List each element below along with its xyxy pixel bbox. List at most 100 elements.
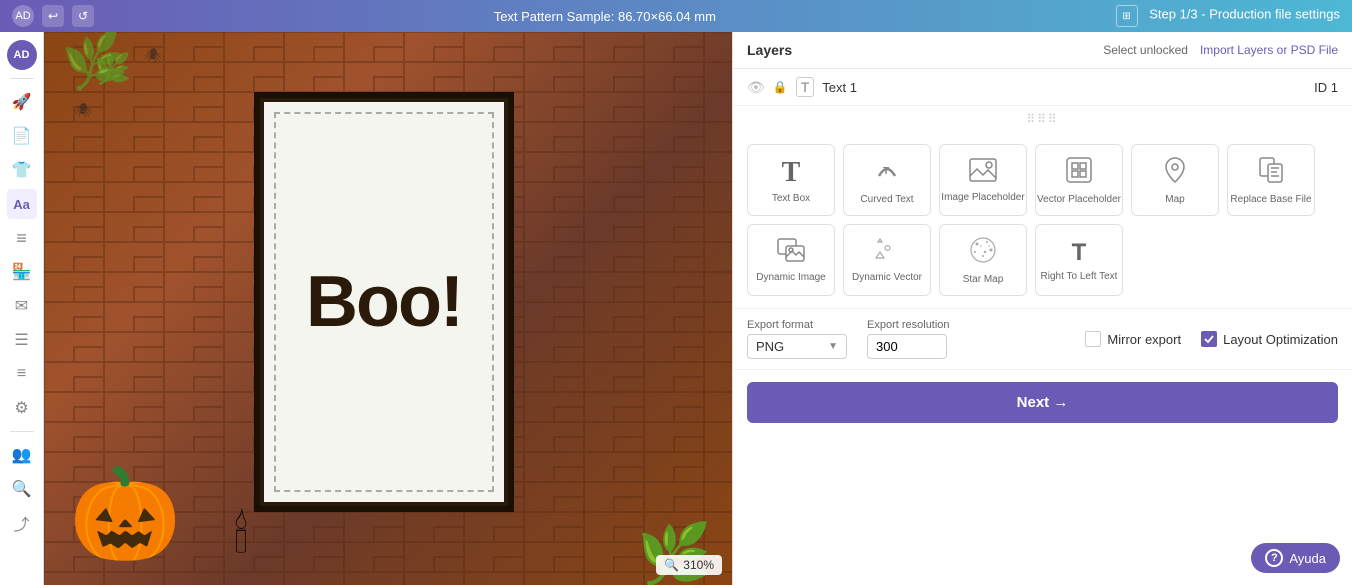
sidebar-icon-store[interactable]: 🏪 bbox=[7, 257, 37, 287]
dashed-border bbox=[274, 112, 494, 492]
candle-decoration: 🕯 bbox=[234, 510, 248, 560]
map-label: Map bbox=[1165, 194, 1184, 205]
redo-button[interactable]: ↺ bbox=[72, 5, 94, 27]
pumpkin-decoration: 🎃 bbox=[69, 470, 181, 560]
layout-optimization-wrap: Layout Optimization bbox=[1201, 331, 1338, 347]
avatar-icon: AD bbox=[12, 5, 34, 27]
layers-header: Layers Select unlocked Import Layers or … bbox=[733, 32, 1352, 69]
sidebar-icon-text[interactable]: Aa bbox=[7, 189, 37, 219]
tool-dynamic-image[interactable]: Dynamic Image bbox=[747, 224, 835, 296]
sidebar-icon-share[interactable]: ⤴ bbox=[7, 508, 37, 538]
vector-placeholder-label: Vector Placeholder bbox=[1037, 194, 1121, 205]
curved-text-label: Curved Text bbox=[860, 194, 913, 205]
sidebar-icon-file[interactable]: 📄 bbox=[7, 121, 37, 151]
sidebar-divider-2 bbox=[10, 431, 34, 432]
file-title: Text Pattern Sample: 86.70×66.04 mm bbox=[494, 9, 716, 24]
dynamic-image-label: Dynamic Image bbox=[756, 272, 825, 283]
text-layer-icon: T bbox=[796, 77, 815, 97]
mirror-export-label: Mirror export bbox=[1107, 332, 1181, 347]
tool-grid: T Text Box T Curved Text bbox=[733, 132, 1352, 309]
layer-id: ID 1 bbox=[1314, 80, 1338, 95]
halloween-scene: 🌿 🕷 🕷 🕷 Boo! 🎃 🕯 🌿 bbox=[44, 32, 732, 585]
image-placeholder-icon bbox=[969, 158, 997, 188]
replace-base-file-label: Replace Base File bbox=[1230, 194, 1311, 205]
right-to-left-label: Right To Left Text bbox=[1041, 271, 1118, 282]
tool-image-placeholder[interactable]: Image Placeholder bbox=[939, 144, 1027, 216]
layout-optimization-label: Layout Optimization bbox=[1223, 332, 1338, 347]
svg-text:T: T bbox=[883, 166, 889, 177]
star-map-label: Star Map bbox=[963, 274, 1004, 285]
help-label: Ayuda bbox=[1289, 551, 1326, 566]
dynamic-vector-icon bbox=[873, 238, 901, 268]
tool-right-to-left[interactable]: T Right To Left Text bbox=[1035, 224, 1123, 296]
layer-row-left: 👁 🔒 T Text 1 bbox=[747, 77, 857, 97]
export-section: Export format PNG ▼ Export resolution Mi… bbox=[733, 309, 1352, 370]
select-unlocked-btn[interactable]: Select unlocked bbox=[1103, 43, 1188, 57]
star-map-icon bbox=[969, 236, 997, 270]
sidebar-divider-1 bbox=[10, 78, 34, 79]
layers-title: Layers bbox=[747, 42, 792, 58]
user-avatar: AD bbox=[7, 40, 37, 70]
sidebar-icon-list2[interactable]: ≡ bbox=[7, 359, 37, 389]
right-to-left-icon: T bbox=[1072, 239, 1087, 267]
export-resolution-label: Export resolution bbox=[867, 319, 950, 331]
text-box-label: Text Box bbox=[772, 193, 810, 204]
tool-vector-placeholder[interactable]: Vector Placeholder bbox=[1035, 144, 1123, 216]
top-bar-left: AD ↩ ↺ bbox=[12, 5, 94, 27]
branch-decoration: 🌿 bbox=[59, 32, 131, 96]
layout-icon: ⊞ bbox=[1116, 5, 1138, 27]
tool-text-box[interactable]: T Text Box bbox=[747, 144, 835, 216]
tool-dynamic-vector[interactable]: Dynamic Vector bbox=[843, 224, 931, 296]
format-dropdown-arrow: ▼ bbox=[828, 341, 838, 352]
mirror-export-wrap: Mirror export bbox=[1085, 331, 1181, 347]
sidebar-icon-layers[interactable]: ≡ bbox=[7, 223, 37, 253]
step-indicator: ⊞ Step 1/3 - Production file settings bbox=[1116, 5, 1340, 27]
main-content: AD 🚀 📄 👕 Aa ≡ 🏪 ✉ ☰ ≡ ⚙ 👥 🔍 ⤴ bbox=[0, 32, 1352, 585]
tool-replace-base-file[interactable]: Replace Base File bbox=[1227, 144, 1315, 216]
sidebar-icon-list1[interactable]: ☰ bbox=[7, 325, 37, 355]
poster-frame: Boo! bbox=[254, 92, 514, 512]
tool-curved-text[interactable]: T Curved Text bbox=[843, 144, 931, 216]
layout-optimization-checkbox[interactable] bbox=[1201, 331, 1217, 347]
help-button[interactable]: ? Ayuda bbox=[1251, 543, 1340, 573]
replace-base-file-icon bbox=[1258, 156, 1284, 190]
export-format-field: Export format PNG ▼ bbox=[747, 319, 847, 359]
left-sidebar: AD 🚀 📄 👕 Aa ≡ 🏪 ✉ ☰ ≡ ⚙ 👥 🔍 ⤴ bbox=[0, 32, 44, 585]
export-format-label: Export format bbox=[747, 319, 847, 331]
export-format-select[interactable]: PNG ▼ bbox=[747, 334, 847, 359]
poster-inner: Boo! bbox=[264, 102, 504, 502]
zoom-value: 310% bbox=[683, 558, 714, 572]
layer-row[interactable]: 👁 🔒 T Text 1 ID 1 bbox=[733, 69, 1352, 106]
zoom-icon: 🔍 bbox=[664, 558, 679, 572]
image-placeholder-label: Image Placeholder bbox=[941, 192, 1024, 203]
sidebar-icon-people[interactable]: 👥 bbox=[7, 440, 37, 470]
next-button-wrap: Next → bbox=[733, 370, 1352, 435]
tool-map[interactable]: Map bbox=[1131, 144, 1219, 216]
next-button[interactable]: Next → bbox=[747, 382, 1338, 423]
tool-star-map[interactable]: Star Map bbox=[939, 224, 1027, 296]
sidebar-icon-rocket[interactable]: 🚀 bbox=[7, 87, 37, 117]
export-resolution-field: Export resolution bbox=[867, 319, 950, 359]
text-box-icon: T bbox=[782, 157, 801, 189]
map-icon bbox=[1163, 156, 1187, 190]
lock-icon[interactable]: 🔒 bbox=[773, 80, 788, 94]
right-panel: Layers Select unlocked Import Layers or … bbox=[732, 32, 1352, 585]
dynamic-image-icon bbox=[777, 238, 805, 268]
export-format-value: PNG bbox=[756, 339, 824, 354]
sidebar-icon-mail[interactable]: ✉ bbox=[7, 291, 37, 321]
canvas-area: 🌿 🕷 🕷 🕷 Boo! 🎃 🕯 🌿 bbox=[44, 32, 732, 585]
zoom-indicator: 🔍 310% bbox=[656, 555, 722, 575]
undo-button[interactable]: ↩ bbox=[42, 5, 64, 27]
visibility-icon[interactable]: 👁 bbox=[747, 79, 765, 96]
dynamic-vector-label: Dynamic Vector bbox=[852, 272, 922, 283]
import-layers-button[interactable]: Import Layers or PSD File bbox=[1200, 43, 1338, 57]
mirror-export-checkbox[interactable] bbox=[1085, 331, 1101, 347]
sidebar-icon-tshirt[interactable]: 👕 bbox=[7, 155, 37, 185]
export-resolution-input[interactable] bbox=[867, 334, 947, 359]
sidebar-icon-settings[interactable]: ⚙ bbox=[7, 393, 37, 423]
top-bar: AD ↩ ↺ Text Pattern Sample: 86.70×66.04 … bbox=[0, 0, 1352, 32]
export-options-right: Mirror export Layout Optimization bbox=[1085, 331, 1338, 347]
vector-placeholder-icon bbox=[1065, 156, 1093, 190]
curved-text-icon: T bbox=[873, 156, 901, 190]
sidebar-icon-search[interactable]: 🔍 bbox=[7, 474, 37, 504]
